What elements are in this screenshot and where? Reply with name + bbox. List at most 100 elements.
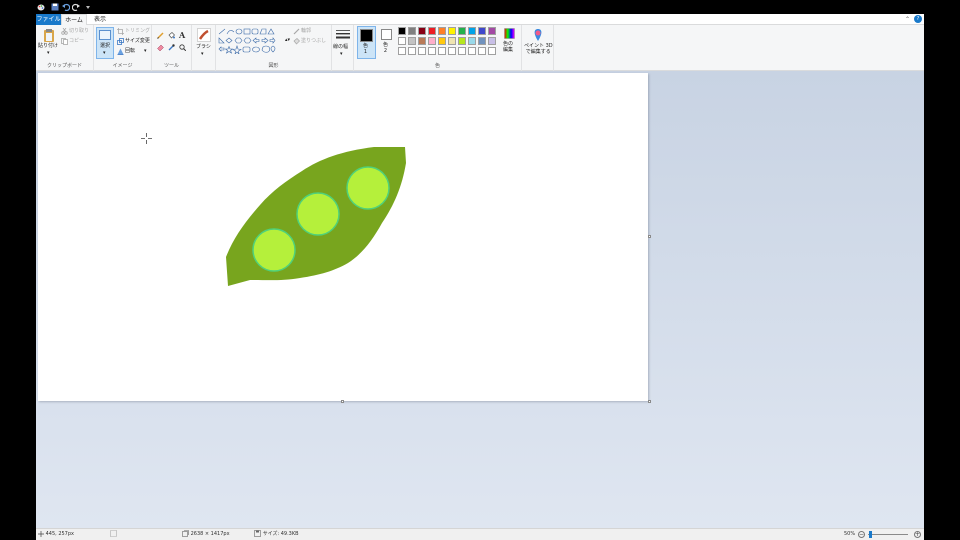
paste-dropdown-icon[interactable]: ▾ [47, 50, 50, 57]
pea-middle [296, 192, 340, 236]
selection-size-icon [110, 529, 117, 540]
palette-swatch[interactable] [448, 47, 456, 55]
palette-swatch[interactable] [428, 47, 436, 55]
pea-pod-drawing [226, 147, 406, 286]
palette-swatch[interactable] [478, 37, 486, 45]
palette-swatch[interactable] [478, 47, 486, 55]
fill-bucket-icon[interactable] [168, 32, 175, 39]
cut-button[interactable]: 切り取り [69, 28, 89, 35]
palette-swatch[interactable] [448, 27, 456, 35]
tab-view[interactable]: 表示 [87, 14, 113, 25]
shapes-gallery[interactable] [218, 28, 284, 54]
copy-icon [61, 38, 68, 45]
palette-swatch[interactable] [468, 47, 476, 55]
palette-swatch[interactable] [418, 27, 426, 35]
save-icon[interactable] [51, 3, 59, 11]
paste-icon [44, 29, 54, 42]
palette-swatch[interactable] [428, 37, 436, 45]
color1-button[interactable]: 色 1 [357, 26, 376, 59]
status-bar: 445, 257px 2638 × 1417px サイズ: 49.3KB 50%… [36, 528, 924, 540]
brushes-label: ブラシ [196, 44, 211, 50]
outline-button[interactable]: 輪郭 [301, 28, 311, 35]
palette-swatch[interactable] [418, 47, 426, 55]
tab-home[interactable]: ホーム [61, 14, 87, 25]
pencil-icon[interactable] [157, 32, 164, 39]
brushes-group[interactable]: ブラシ ▾ [192, 25, 216, 71]
paint3d-label: ペイント 3D で編集する [524, 43, 553, 55]
rotate-button[interactable]: 回転 [125, 48, 135, 55]
color2-swatch [381, 29, 392, 40]
palette-swatch[interactable] [468, 37, 476, 45]
brushes-dropdown-icon[interactable]: ▾ [201, 51, 204, 58]
paste-button[interactable]: 貼り付け ▾ [38, 27, 60, 59]
copy-button[interactable]: コピー [69, 38, 84, 45]
palette-swatch[interactable] [458, 27, 466, 35]
size-dropdown-icon[interactable]: ▾ [340, 51, 343, 58]
rotate-dropdown-icon[interactable]: ▾ [144, 48, 147, 55]
palette-swatch[interactable] [398, 47, 406, 55]
file-size-icon [254, 530, 261, 537]
canvas-resize-handle-right[interactable] [648, 235, 651, 238]
palette-swatch[interactable] [408, 27, 416, 35]
color1-label: 色 1 [363, 43, 369, 55]
outline-icon [293, 28, 300, 35]
shapes-group-label: 図形 [268, 63, 279, 69]
palette-swatch[interactable] [468, 27, 476, 35]
zoom-level: 50% [844, 531, 856, 537]
magnifier-icon[interactable] [179, 44, 186, 51]
select-button[interactable]: 選択 ▾ [96, 27, 114, 59]
redo-icon[interactable] [72, 3, 80, 11]
fill-button[interactable]: 塗りつぶし [301, 38, 326, 45]
help-icon[interactable]: ? [914, 15, 922, 23]
zoom-in-button[interactable]: + [914, 531, 921, 538]
eraser-icon[interactable] [157, 44, 164, 51]
palette-swatch[interactable] [438, 47, 446, 55]
palette-swatch[interactable] [398, 27, 406, 35]
palette-swatch[interactable] [438, 27, 446, 35]
drawing-canvas[interactable] [38, 73, 651, 403]
collapse-ribbon-icon[interactable]: ⌃ [905, 15, 910, 24]
palette-swatch[interactable] [488, 37, 496, 45]
palette-swatch[interactable] [408, 37, 416, 45]
palette-swatch[interactable] [428, 27, 436, 35]
canvas-resize-handle-corner[interactable] [648, 400, 651, 403]
colors-group-label: 色 [434, 63, 440, 69]
canvas-resize-handle-bottom[interactable] [341, 400, 344, 403]
paint-app-icon[interactable] [37, 3, 45, 11]
palette-swatch[interactable] [408, 47, 416, 55]
palette-swatch[interactable] [478, 27, 486, 35]
tab-file[interactable]: ファイル [36, 14, 61, 25]
cursor-position: 445, 257px [38, 529, 74, 540]
clipboard-group: 貼り付け ▾ 切り取り コピー クリップボード [36, 25, 94, 71]
ribbon-tabs: ファイル ホーム 表示 ⌃ ? [36, 14, 924, 25]
palette-swatch[interactable] [418, 37, 426, 45]
zoom-slider[interactable] [868, 534, 908, 535]
palette-swatch[interactable] [448, 37, 456, 45]
palette-swatch[interactable] [398, 37, 406, 45]
size-button[interactable]: 線の幅 ▾ [332, 25, 354, 71]
undo-icon[interactable] [62, 3, 70, 11]
palette-swatch[interactable] [458, 47, 466, 55]
text-tool-button[interactable]: A [179, 30, 185, 40]
palette-swatch[interactable] [458, 37, 466, 45]
paint3d-button[interactable]: ペイント 3D で編集する [522, 25, 554, 71]
palette-swatch[interactable] [488, 47, 496, 55]
ribbon: 貼り付け ▾ 切り取り コピー クリップボード 選択 ▾ トリミング サイズ変更… [36, 25, 924, 71]
palette-swatch[interactable] [438, 37, 446, 45]
edit-colors-button[interactable]: 色の 編集 [500, 26, 520, 59]
zoom-out-button[interactable]: − [858, 531, 865, 538]
quick-access-dropdown-icon[interactable] [84, 3, 92, 11]
color-picker-icon[interactable] [168, 44, 175, 51]
workspace [36, 71, 924, 528]
clipboard-group-label: クリップボード [46, 63, 82, 69]
color2-button[interactable]: 色 2 [378, 26, 395, 59]
resize-button[interactable]: サイズ変更 [125, 38, 150, 45]
shapes-scroll-icon[interactable]: ▴▾ [285, 37, 290, 44]
line-size-icon [336, 30, 350, 39]
color1-swatch [360, 29, 373, 42]
zoom-slider-thumb[interactable] [869, 531, 872, 538]
palette-swatch[interactable] [488, 27, 496, 35]
crop-button[interactable]: トリミング [125, 28, 150, 35]
title-bar [36, 0, 924, 14]
select-dropdown-icon[interactable]: ▾ [103, 50, 106, 57]
